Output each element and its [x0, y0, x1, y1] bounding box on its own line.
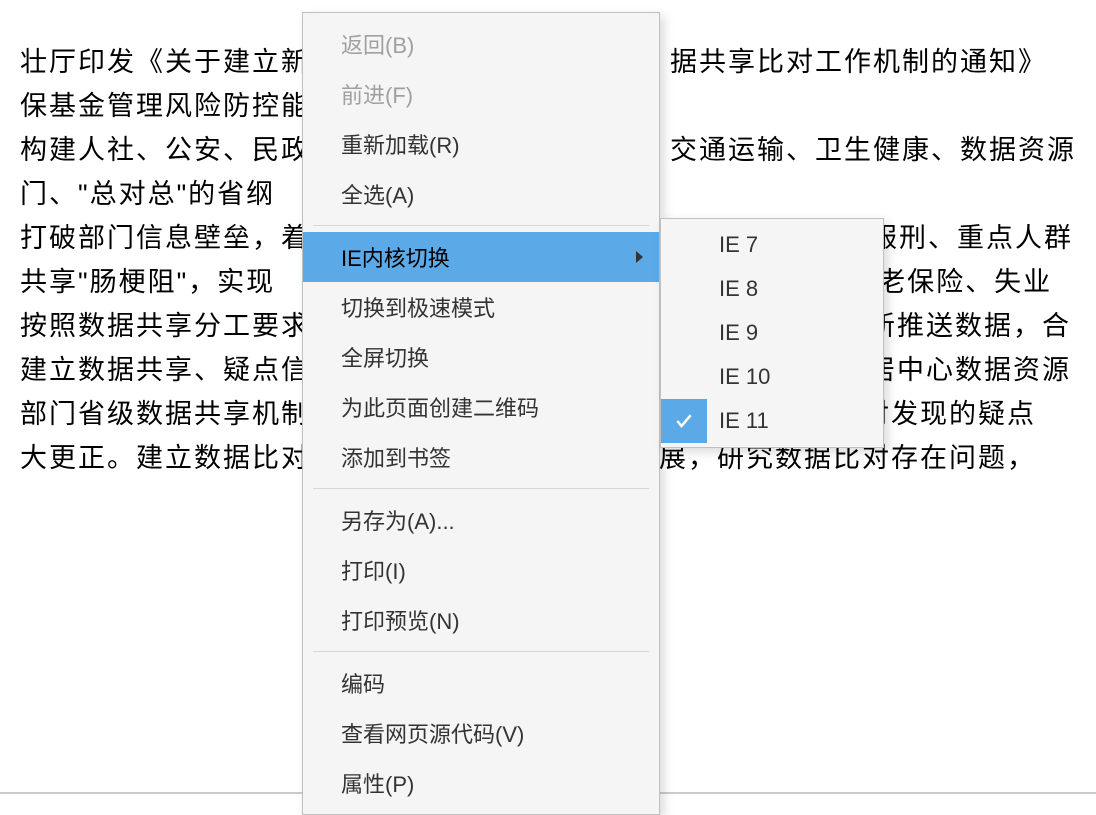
ie-kernel-submenu: IE 7 IE 8 IE 9 IE 10 IE 11 — [660, 218, 884, 448]
context-menu: 返回(B) 前进(F) 重新加载(R) 全选(A) IE内核切换 切换到极速模式… — [302, 12, 660, 815]
submenu-label: IE 11 — [719, 408, 769, 433]
menu-switch-fast-mode[interactable]: 切换到极速模式 — [303, 282, 659, 332]
menu-back[interactable]: 返回(B) — [303, 19, 659, 69]
submenu-ie8[interactable]: IE 8 — [661, 267, 883, 311]
menu-create-qr[interactable]: 为此页面创建二维码 — [303, 382, 659, 432]
submenu-arrow-icon — [636, 251, 643, 263]
menu-separator — [313, 225, 649, 226]
menu-view-source[interactable]: 查看网页源代码(V) — [303, 708, 659, 758]
menu-select-all[interactable]: 全选(A) — [303, 169, 659, 219]
menu-forward[interactable]: 前进(F) — [303, 69, 659, 119]
submenu-ie7[interactable]: IE 7 — [661, 223, 883, 267]
menu-print[interactable]: 打印(I) — [303, 545, 659, 595]
submenu-ie10[interactable]: IE 10 — [661, 355, 883, 399]
check-icon — [661, 399, 707, 443]
menu-reload[interactable]: 重新加载(R) — [303, 119, 659, 169]
menu-label: IE内核切换 — [341, 246, 450, 271]
menu-fullscreen-switch[interactable]: 全屏切换 — [303, 332, 659, 382]
menu-ie-kernel-switch[interactable]: IE内核切换 — [303, 232, 659, 282]
menu-separator — [313, 488, 649, 489]
submenu-ie11[interactable]: IE 11 — [661, 399, 883, 443]
menu-save-as[interactable]: 另存为(A)... — [303, 495, 659, 545]
menu-print-preview[interactable]: 打印预览(N) — [303, 595, 659, 645]
menu-properties[interactable]: 属性(P) — [303, 758, 659, 808]
menu-encoding[interactable]: 编码 — [303, 658, 659, 708]
submenu-ie9[interactable]: IE 9 — [661, 311, 883, 355]
menu-add-bookmark[interactable]: 添加到书签 — [303, 432, 659, 482]
menu-separator — [313, 651, 649, 652]
